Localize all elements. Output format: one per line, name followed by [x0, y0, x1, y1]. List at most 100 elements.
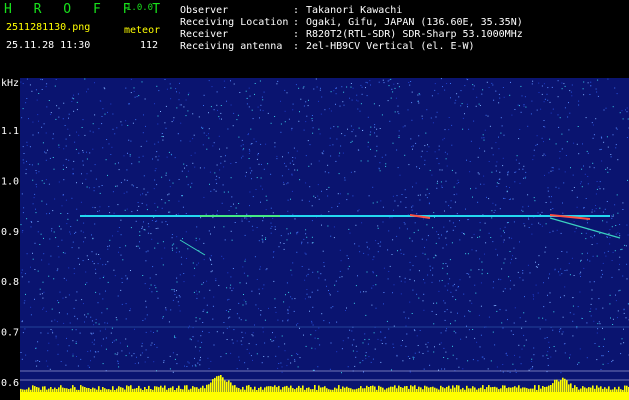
noise-speck — [44, 151, 45, 153]
noise-speck — [413, 358, 414, 360]
level-spike — [474, 387, 476, 392]
noise-speck — [240, 319, 242, 321]
noise-speck — [153, 188, 155, 190]
noise-speck — [175, 88, 177, 90]
noise-speck — [374, 132, 375, 134]
noise-speck — [611, 260, 613, 261]
spectrogram-area[interactable] — [20, 78, 629, 400]
noise-speck — [319, 89, 321, 91]
level-spike — [566, 380, 568, 392]
noise-speck — [570, 91, 572, 93]
noise-speck — [37, 114, 39, 116]
noise-speck — [86, 173, 88, 175]
noise-speck — [463, 233, 464, 235]
noise-speck — [577, 363, 578, 365]
noise-speck — [438, 237, 440, 239]
level-spike — [378, 385, 380, 392]
noise-speck — [20, 352, 22, 353]
noise-speck — [261, 238, 263, 240]
noise-speck — [296, 324, 297, 326]
level-spike — [504, 385, 506, 392]
noise-speck — [547, 364, 549, 366]
noise-speck — [54, 198, 56, 200]
level-spike — [172, 386, 174, 392]
noise-speck — [317, 366, 319, 368]
level-spike — [432, 386, 434, 392]
noise-speck — [115, 185, 117, 187]
level-spike — [20, 388, 22, 392]
noise-speck — [509, 94, 511, 96]
noise-speck — [139, 231, 141, 233]
noise-speck — [434, 89, 436, 91]
level-spike — [158, 387, 160, 392]
noise-speck — [372, 259, 374, 261]
noise-speck — [559, 151, 561, 152]
noise-speck — [341, 133, 343, 135]
noise-speck — [77, 365, 79, 367]
noise-speck — [414, 222, 416, 224]
noise-speck — [171, 244, 173, 246]
noise-speck — [357, 149, 359, 151]
noise-speck — [213, 189, 215, 191]
noise-speck — [518, 168, 520, 170]
noise-speck — [464, 315, 466, 317]
noise-speck — [87, 365, 89, 367]
noise-speck — [162, 317, 164, 319]
noise-speck — [350, 141, 352, 143]
noise-speck — [541, 85, 543, 87]
noise-speck — [578, 153, 580, 155]
noise-speck — [333, 126, 335, 128]
level-spike — [246, 385, 248, 392]
noise-speck — [311, 120, 313, 122]
noise-speck — [166, 88, 168, 90]
noise-speck — [307, 105, 309, 107]
noise-speck — [341, 372, 342, 374]
noise-speck — [167, 194, 169, 196]
noise-speck — [208, 133, 209, 135]
noise-speck — [312, 271, 314, 273]
noise-speck — [99, 293, 101, 295]
noise-speck — [468, 128, 470, 130]
noise-speck — [93, 263, 95, 265]
noise-speck — [524, 177, 526, 179]
noise-speck — [177, 213, 179, 215]
noise-speck — [287, 310, 289, 312]
noise-speck — [248, 87, 250, 89]
level-spike — [382, 387, 384, 392]
noise-speck — [121, 277, 123, 279]
noise-speck — [125, 338, 127, 340]
noise-speck — [116, 185, 118, 187]
noise-speck — [363, 291, 365, 293]
noise-speck — [445, 263, 447, 264]
noise-speck — [450, 311, 452, 313]
noise-speck — [110, 103, 112, 105]
noise-speck — [26, 144, 28, 146]
noise-speck — [129, 154, 131, 156]
level-spike — [492, 387, 494, 392]
noise-speck — [358, 209, 360, 211]
noise-speck — [459, 239, 461, 241]
noise-speck — [186, 366, 188, 367]
noise-speck — [399, 276, 401, 278]
noise-speck — [462, 128, 464, 130]
noise-speck — [472, 84, 474, 86]
level-spike — [304, 389, 306, 392]
noise-speck — [370, 126, 372, 128]
noise-speck — [450, 97, 451, 99]
level-spike — [362, 388, 364, 392]
noise-speck — [40, 332, 42, 334]
noise-speck — [180, 122, 182, 124]
noise-speck — [295, 84, 297, 86]
noise-speck — [381, 343, 383, 344]
noise-speck — [292, 109, 294, 111]
noise-speck — [419, 194, 421, 196]
noise-speck — [124, 209, 126, 211]
noise-speck — [23, 207, 25, 209]
noise-speck — [427, 235, 429, 237]
noise-speck — [378, 81, 380, 83]
noise-speck — [443, 300, 445, 302]
noise-speck — [256, 177, 258, 179]
noise-speck — [545, 223, 547, 225]
noise-speck — [558, 187, 560, 189]
noise-speck — [144, 98, 146, 100]
